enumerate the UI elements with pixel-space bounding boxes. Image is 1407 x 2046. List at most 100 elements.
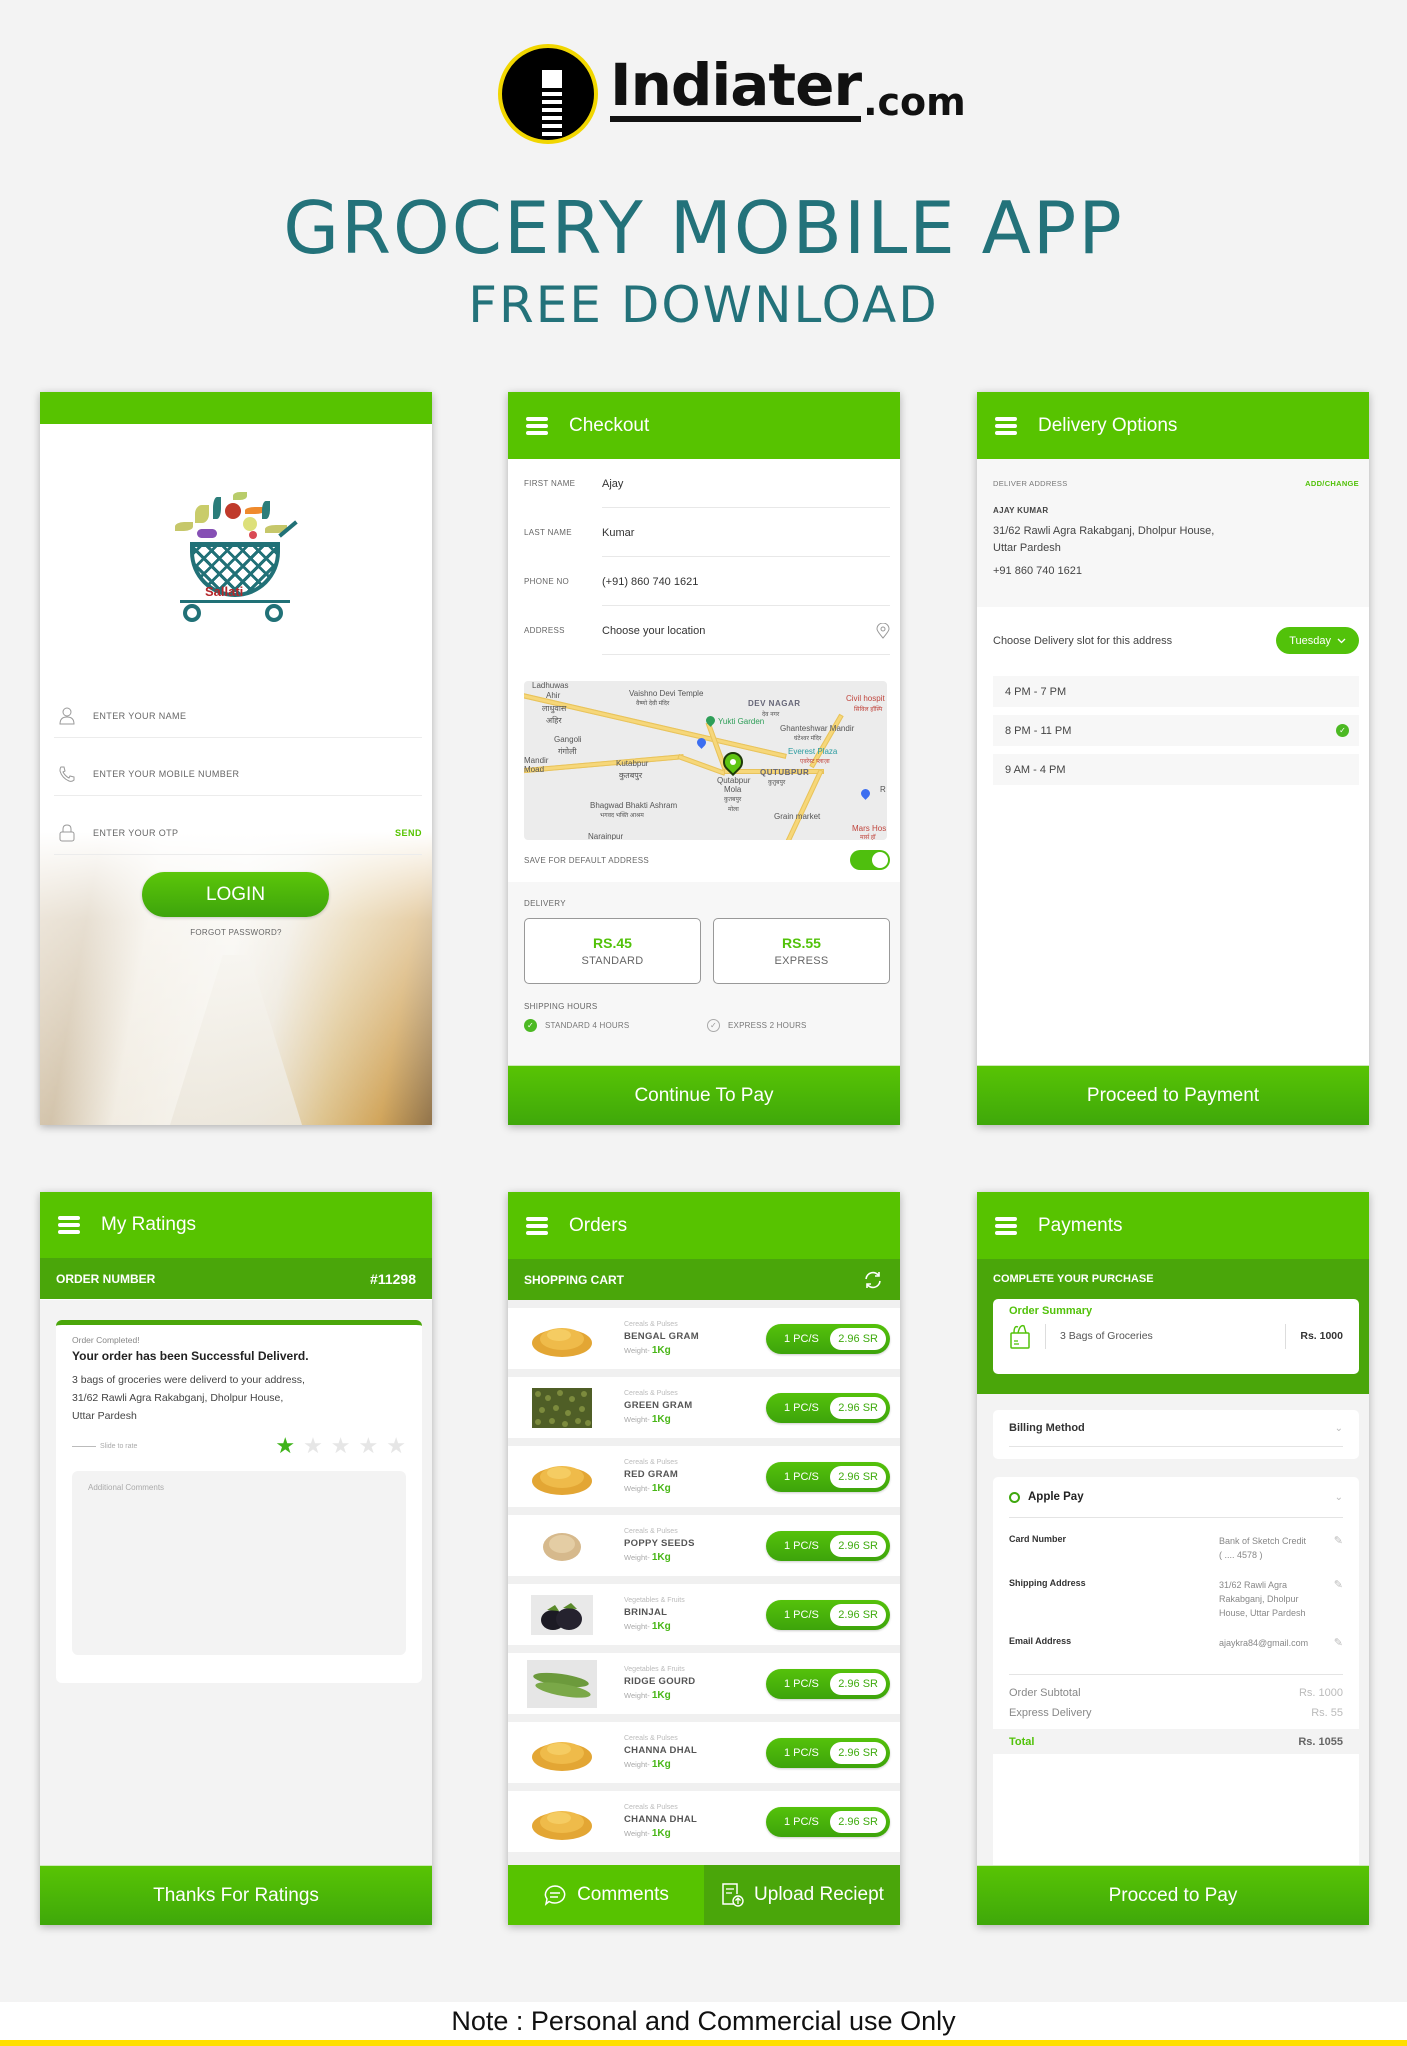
- map-label: Ladhuwas: [532, 681, 569, 690]
- shipping-hour-express[interactable]: ✓ EXPRESS 2 HOURS: [707, 1019, 890, 1032]
- recipient-name: AJAY KUMAR: [993, 506, 1049, 515]
- menu-icon[interactable]: [526, 416, 548, 435]
- payment-method-card: Apple Pay ⌄ Card Number Bank of Sketch C…: [993, 1477, 1359, 1902]
- product-category: Cereals & Pulses: [624, 1321, 678, 1328]
- name-field[interactable]: [54, 694, 422, 738]
- order-item[interactable]: Cereals & Pulses POPPY SEEDS Weight- 1Kg 1 …: [508, 1515, 900, 1576]
- product-info: Cereals & Pulses BENGAL GRAM Weight- 1Kg: [624, 1321, 766, 1356]
- quantity-price-pill[interactable]: 1 PC/S 2.96 SR: [766, 1737, 890, 1768]
- product-image: [526, 1455, 598, 1499]
- edit-pencil-icon[interactable]: ✎: [1329, 1636, 1343, 1650]
- app-logo: Sallati: [165, 487, 310, 637]
- order-item[interactable]: Cereals & Pulses GREEN GRAM Weight- 1Kg 1 P…: [508, 1377, 900, 1438]
- location-pin-icon[interactable]: [876, 623, 890, 639]
- name-input[interactable]: [93, 710, 422, 721]
- order-list: Cereals & Pulses BENGAL GRAM Weight- 1Kg 1 …: [508, 1300, 900, 1865]
- day-dropdown[interactable]: Tuesday: [1276, 627, 1359, 654]
- orders-bottom-bar: Comments Upload Reciept: [508, 1865, 900, 1925]
- login-screen: Sallati SEND LOGIN FORGOT PASSWORD?: [40, 392, 432, 1125]
- delivery-option-express[interactable]: RS.55 EXPRESS: [713, 918, 890, 984]
- phone-field[interactable]: (+91) 860 740 1621: [602, 557, 890, 606]
- product-name: RED GRAM: [624, 1469, 679, 1480]
- proceed-to-pay-button[interactable]: Procced to Pay: [977, 1865, 1369, 1925]
- address-field[interactable]: Choose your location: [602, 606, 890, 655]
- order-item[interactable]: Cereals & Pulses CHANNA DHAL Weight- 1Kg 1 …: [508, 1722, 900, 1783]
- quantity-price-pill[interactable]: 1 PC/S 2.96 SR: [766, 1323, 890, 1354]
- quantity-price-pill[interactable]: 1 PC/S 2.96 SR: [766, 1599, 890, 1630]
- footer-accent-line: [0, 2040, 1407, 2046]
- product-category: Cereals & Pulses: [624, 1459, 678, 1466]
- cart-wheel: [183, 604, 201, 622]
- delivery-section: DELIVERY RS.45 STANDARD RS.55 EXPRESS SH…: [508, 882, 900, 1065]
- menu-icon[interactable]: [526, 1216, 548, 1235]
- comments-box[interactable]: [72, 1471, 406, 1655]
- price: 2.96 SR: [830, 1396, 886, 1419]
- order-item[interactable]: Vegetables & Fruits BRINJAL Weight- 1Kg 1 P…: [508, 1584, 900, 1645]
- delivery-slot[interactable]: 4 PM - 7 PM: [993, 676, 1359, 707]
- send-otp-link[interactable]: SEND: [395, 828, 422, 838]
- menu-icon[interactable]: [995, 416, 1017, 435]
- radio-button[interactable]: [1009, 1491, 1020, 1503]
- save-default-toggle[interactable]: [850, 850, 890, 870]
- quantity-price-pill[interactable]: 1 PC/S 2.96 SR: [766, 1806, 890, 1837]
- mobile-input[interactable]: [93, 768, 422, 779]
- star-empty-icon[interactable]: ★: [386, 1435, 406, 1457]
- otp-field[interactable]: SEND: [54, 811, 422, 855]
- order-item[interactable]: Vegetables & Fruits RIDGE GOURD Weight- 1K…: [508, 1653, 900, 1714]
- edit-pencil-icon[interactable]: ✎: [1329, 1578, 1343, 1620]
- comments-input[interactable]: [88, 1483, 390, 1643]
- upload-receipt-button[interactable]: Upload Reciept: [704, 1865, 900, 1925]
- login-button[interactable]: LOGIN: [142, 872, 329, 917]
- order-item[interactable]: Cereals & Pulses CHANNA DHAL Weight- 1Kg 1 …: [508, 1791, 900, 1852]
- delivery-slot-selected[interactable]: 8 PM - 11 PM ✓: [993, 715, 1359, 746]
- hero-title: GROCERY MOBILE APP: [283, 186, 1124, 270]
- order-item[interactable]: Cereals & Pulses BENGAL GRAM Weight- 1Kg 1 …: [508, 1308, 900, 1369]
- card-number-label: Card Number: [1009, 1534, 1067, 1544]
- last-name-field[interactable]: Kumar: [602, 508, 890, 557]
- star-empty-icon[interactable]: ★: [331, 1435, 351, 1457]
- proceed-to-payment-button[interactable]: Proceed to Payment: [977, 1065, 1369, 1125]
- quantity-price-pill[interactable]: 1 PC/S 2.96 SR: [766, 1668, 890, 1699]
- star-filled-icon[interactable]: ★: [275, 1435, 295, 1457]
- refresh-icon[interactable]: [862, 1269, 884, 1291]
- delivery-option-standard[interactable]: RS.45 STANDARD: [524, 918, 701, 984]
- otp-input[interactable]: [93, 827, 395, 838]
- quantity-price-pill[interactable]: 1 PC/S 2.96 SR: [766, 1530, 890, 1561]
- comments-button[interactable]: Comments: [508, 1865, 704, 1925]
- edit-pencil-icon[interactable]: ✎: [1329, 1534, 1343, 1562]
- product-name: CHANNA DHAL: [624, 1814, 698, 1825]
- billing-method-dropdown[interactable]: Billing Method ⌄: [993, 1410, 1359, 1459]
- product-weight: Weight- 1Kg: [624, 1759, 671, 1770]
- star-empty-icon[interactable]: ★: [303, 1435, 323, 1457]
- continue-to-pay-button[interactable]: Continue To Pay: [508, 1065, 900, 1125]
- payment-method-row[interactable]: Apple Pay ⌄: [1009, 1477, 1343, 1518]
- shipping-hour-standard[interactable]: ✓ STANDARD 4 HOURS: [524, 1019, 707, 1032]
- quantity-price-pill[interactable]: 1 PC/S 2.96 SR: [766, 1461, 890, 1492]
- shipping-hour-label: STANDARD 4 HOURS: [545, 1021, 630, 1030]
- star-empty-icon[interactable]: ★: [359, 1435, 379, 1457]
- star-rating[interactable]: ★ ★ ★ ★ ★: [275, 1435, 406, 1457]
- map-label: वैष्णो देवी मंदिर: [636, 701, 670, 707]
- order-item[interactable]: Cereals & Pulses RED GRAM Weight- 1Kg 1 PC/…: [508, 1446, 900, 1507]
- thanks-for-ratings-button[interactable]: Thanks For Ratings: [40, 1865, 432, 1925]
- product-name: POPPY SEEDS: [624, 1538, 695, 1549]
- add-change-link[interactable]: ADD/CHANGE: [1305, 479, 1359, 488]
- map-label: Mars Hos: [852, 824, 887, 833]
- product-image: [526, 1659, 598, 1708]
- brand-name: Indiater: [610, 54, 862, 122]
- delivery-slot[interactable]: 9 AM - 4 PM: [993, 754, 1359, 785]
- map-poi-icon: [859, 787, 872, 800]
- menu-icon[interactable]: [995, 1216, 1017, 1235]
- quantity: 1 PC/S: [784, 1401, 819, 1414]
- shopping-cart-bar: SHOPPING CART: [508, 1259, 900, 1300]
- delivery-name: STANDARD: [581, 955, 644, 967]
- quantity-price-pill[interactable]: 1 PC/S 2.96 SR: [766, 1392, 890, 1423]
- menu-icon[interactable]: [58, 1216, 80, 1234]
- location-map[interactable]: Ladhuwas Ahir लाधुवास अहिर Vaishno Devi …: [524, 681, 887, 840]
- payments-screen: Payments COMPLETE YOUR PURCHASE Order Su…: [977, 1192, 1369, 1925]
- forgot-password-link[interactable]: FORGOT PASSWORD?: [40, 928, 432, 937]
- quantity: 1 PC/S: [784, 1677, 819, 1690]
- mobile-field[interactable]: [54, 752, 422, 796]
- first-name-field[interactable]: Ajay: [602, 459, 890, 508]
- screen-title: Delivery Options: [1038, 414, 1178, 436]
